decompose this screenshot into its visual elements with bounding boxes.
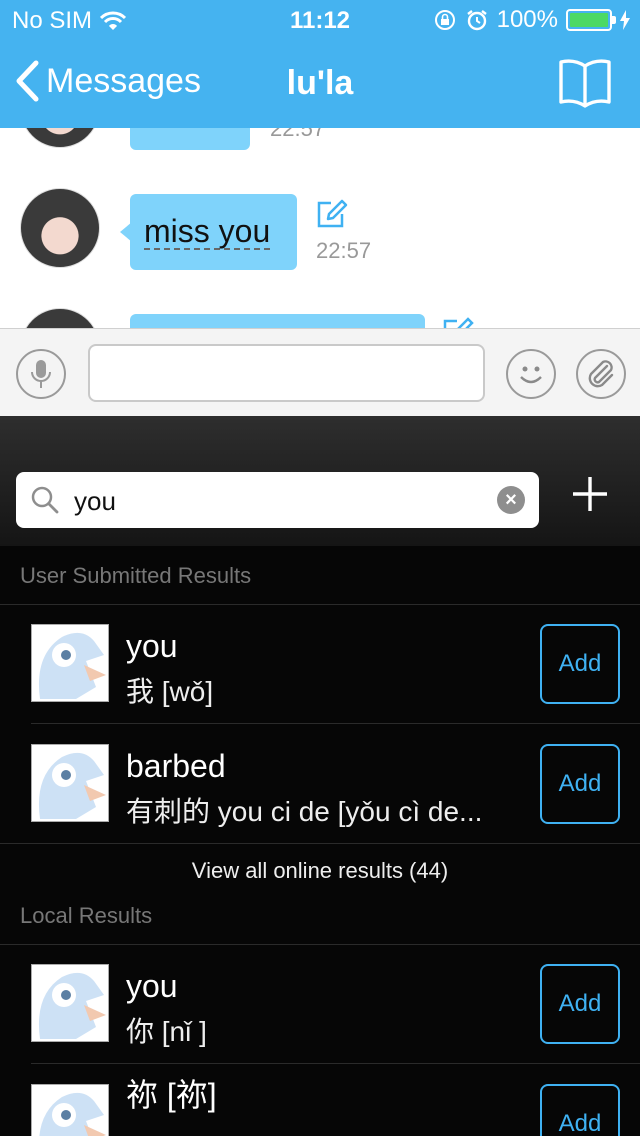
microphone-button[interactable] xyxy=(16,349,66,399)
message-bubble[interactable]: miss you xyxy=(120,194,297,270)
search-results: User Submitted Results you 我 [wǒ] Add ba… xyxy=(0,546,640,1136)
message-bubble[interactable] xyxy=(130,128,250,150)
add-button[interactable]: Add xyxy=(540,624,620,704)
page-title: lu'la xyxy=(286,64,354,102)
section-header-local: Local Results xyxy=(20,903,153,928)
mascot-thumbnail xyxy=(31,744,109,822)
emoji-button[interactable] xyxy=(506,349,556,399)
rotation-lock-icon xyxy=(434,10,455,30)
mascot-thumbnail xyxy=(31,964,109,1042)
mascot-thumbnail xyxy=(31,624,109,702)
alarm-icon xyxy=(466,10,487,31)
battery-percent: 100% xyxy=(496,6,558,33)
message-bubble[interactable] xyxy=(130,314,425,328)
result-word: 祢 [祢] xyxy=(126,1077,217,1113)
mascot-icon xyxy=(38,972,106,1039)
edit-icon[interactable] xyxy=(316,198,348,230)
battery-icon xyxy=(566,9,616,31)
result-definition: 你 [nǐ ] xyxy=(126,1016,207,1047)
search-value: you xyxy=(74,486,116,516)
dictionary-panel-header: you × xyxy=(0,416,640,546)
clear-search-button[interactable]: × xyxy=(497,486,525,514)
message-input-bar xyxy=(0,328,640,416)
attachment-button[interactable] xyxy=(576,349,626,399)
charging-icon xyxy=(620,10,630,30)
avatar[interactable] xyxy=(20,308,100,328)
smiley-icon xyxy=(520,366,542,384)
chat-area[interactable]: 22:57 miss you 22:57 xyxy=(0,128,640,328)
status-bar: No SIM 11:12 100% xyxy=(0,0,640,40)
message-input[interactable] xyxy=(88,344,485,402)
result-row[interactable]: you 我 [wǒ] Add xyxy=(0,604,640,724)
section-header-user-submitted: User Submitted Results xyxy=(20,563,252,588)
view-all-online-results-link[interactable]: View all online results (44) xyxy=(0,858,640,884)
mascot-icon xyxy=(38,752,106,819)
result-row[interactable]: barbed 有刺的 you ci de [yǒu cì de... Add xyxy=(0,724,640,844)
result-row[interactable]: you 你 [nǐ ] Add xyxy=(0,944,640,1064)
plus-icon[interactable] xyxy=(570,474,610,514)
add-button[interactable]: Add xyxy=(540,744,620,824)
divider xyxy=(0,843,640,844)
mascot-icon xyxy=(39,1092,106,1136)
message-time: 22:57 xyxy=(316,238,372,263)
mascot-icon xyxy=(38,632,106,699)
search-icon xyxy=(31,486,59,514)
result-definition: 我 [wǒ] xyxy=(126,676,214,707)
paperclip-icon xyxy=(588,360,614,388)
result-row[interactable]: 祢 [祢] Add xyxy=(0,1064,640,1136)
nav-bar: Messages lu'la xyxy=(0,40,640,128)
avatar[interactable] xyxy=(20,188,100,268)
microphone-icon xyxy=(31,360,51,388)
result-definition: 有刺的 you ci de [yǒu cì de... xyxy=(126,796,483,827)
message-time: 22:57 xyxy=(270,128,326,141)
book-icon[interactable] xyxy=(558,58,612,108)
message-text: miss you xyxy=(144,213,271,250)
result-word: you xyxy=(126,968,178,1004)
search-input[interactable]: you × xyxy=(16,472,539,528)
result-word: barbed xyxy=(126,748,226,784)
add-button[interactable]: Add xyxy=(540,964,620,1044)
result-word: you xyxy=(126,628,178,664)
add-button[interactable]: Add xyxy=(540,1084,620,1136)
edit-icon[interactable] xyxy=(442,316,474,328)
mascot-thumbnail xyxy=(31,1084,109,1136)
avatar[interactable] xyxy=(20,128,100,148)
